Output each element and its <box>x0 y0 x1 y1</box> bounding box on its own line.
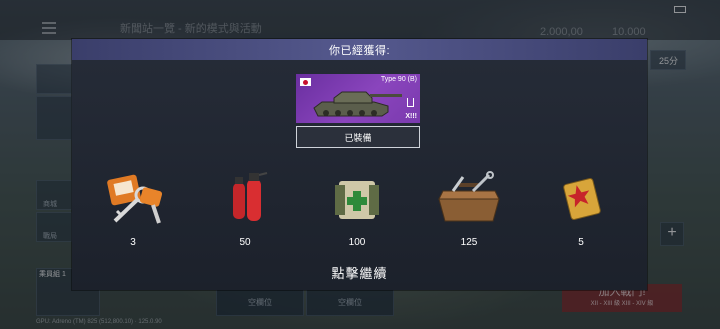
modal-title: 你已經獲得: <box>328 44 391 57</box>
equipped-button[interactable]: 已裝備 <box>296 126 420 148</box>
star-card-icon <box>536 169 626 229</box>
reward-star-card: 5 <box>536 169 626 251</box>
reward-keys-amount: 3 <box>130 237 136 248</box>
tank-card[interactable]: Type 90 (B) X!!! <box>296 74 420 123</box>
reward-modal[interactable]: 你已經獲得: Type 90 (B) X!!! 已裝備 3 50 100 125… <box>72 39 647 290</box>
reward-extinguisher: 50 <box>200 169 290 251</box>
fire-extinguisher-icon <box>200 169 290 229</box>
medkit-icon <box>312 169 402 229</box>
reward-toolbox-amount: 125 <box>460 237 478 248</box>
reward-extinguisher-amount: 50 <box>239 237 251 248</box>
modal-header: 你已經獲得: <box>72 39 647 60</box>
reward-keys: 3 <box>88 169 178 251</box>
reward-toolbox: 125 <box>424 169 514 251</box>
keys-icon <box>88 169 178 229</box>
reward-medkit-amount: 100 <box>348 237 366 248</box>
reward-star-card-amount: 5 <box>578 237 584 248</box>
reward-medkit: 100 <box>312 169 402 251</box>
tank-icon <box>313 91 402 117</box>
toolbox-icon <box>424 169 514 229</box>
tap-to-continue[interactable]: 點擊繼續 <box>72 263 647 282</box>
